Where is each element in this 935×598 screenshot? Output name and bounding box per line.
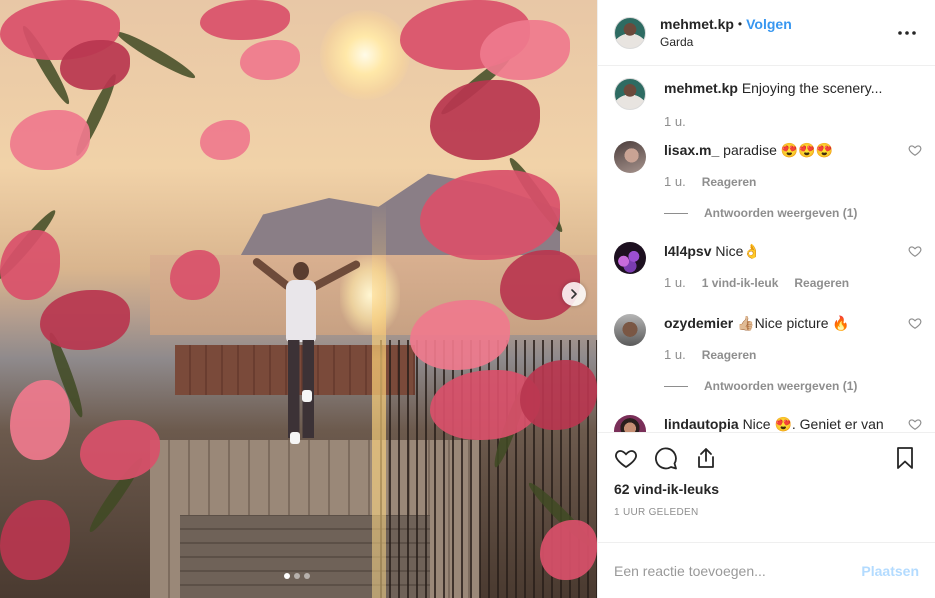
more-options-icon[interactable] — [895, 21, 919, 45]
like-comment-icon[interactable] — [908, 244, 922, 258]
comment-username[interactable]: lisax.m_ — [664, 142, 719, 158]
caption-text: Enjoying the scenery... — [741, 80, 883, 96]
like-comment-icon[interactable] — [908, 316, 922, 330]
comment-item: lindautopia Nice 😍. Geniet er van liever… — [614, 415, 922, 432]
header-text: mehmet.kp • Volgen Garda — [660, 16, 895, 49]
carousel-dot — [294, 573, 300, 579]
post-sidebar: mehmet.kp • Volgen Garda mehmet.kp Enjoy… — [597, 0, 935, 598]
post-comment-button[interactable]: Plaatsen — [861, 563, 919, 579]
avatar[interactable] — [614, 16, 646, 49]
carousel-dot-active — [284, 573, 290, 579]
replies-divider — [664, 212, 688, 214]
avatar[interactable] — [614, 242, 646, 274]
comment-time[interactable]: 1 u. — [664, 346, 686, 364]
post-timestamp[interactable]: 1 UUR GELEDEN — [614, 507, 919, 518]
add-comment-bar: Plaatsen — [598, 542, 935, 598]
action-icons — [614, 443, 919, 473]
author-username[interactable]: mehmet.kp — [660, 16, 734, 32]
separator-dot: • — [737, 17, 743, 31]
comment-likes-count[interactable]: 1 vind-ik-leuk — [702, 274, 779, 292]
reply-button[interactable]: Reageren — [702, 346, 757, 364]
avatar[interactable] — [614, 78, 646, 110]
avatar[interactable] — [614, 141, 646, 173]
comment-input[interactable] — [614, 562, 862, 579]
comment-username[interactable]: ozydemier — [664, 315, 733, 331]
view-replies-button[interactable]: Antwoorden weergeven (1) — [664, 204, 919, 222]
post-dialog: mehmet.kp • Volgen Garda mehmet.kp Enjoy… — [0, 0, 935, 598]
view-replies-button[interactable]: Antwoorden weergeven (1) — [664, 377, 919, 395]
caption-username[interactable]: mehmet.kp — [664, 80, 738, 96]
comment-time[interactable]: 1 u. — [664, 173, 686, 191]
bookmark-icon — [897, 447, 913, 469]
comment-time[interactable]: 1 u. — [664, 274, 686, 292]
comment-item: ozydemier 👍🏼Nice picture 🔥 1 u. Reageren… — [614, 314, 922, 395]
replies-divider — [664, 385, 688, 387]
carousel-dot — [304, 573, 310, 579]
comment-text: paradise 😍😍😍 — [723, 142, 834, 158]
post-actions: 62 vind-ik-leuks 1 UUR GELEDEN — [598, 432, 935, 542]
share-icon — [698, 448, 714, 468]
reply-button[interactable]: Reageren — [702, 173, 757, 191]
save-button[interactable] — [893, 445, 919, 471]
share-button[interactable] — [694, 445, 720, 471]
comment-item: l4l4psv Nice👌 1 u. 1 vind-ik-leuk Reager… — [614, 242, 922, 292]
like-comment-icon[interactable] — [908, 143, 922, 157]
avatar[interactable] — [614, 314, 646, 346]
location-link[interactable]: Garda — [660, 35, 895, 49]
chevron-right-icon — [571, 289, 577, 299]
heart-icon — [615, 450, 637, 469]
post-photo[interactable] — [0, 0, 597, 598]
like-comment-icon[interactable] — [908, 417, 922, 431]
like-button[interactable] — [614, 445, 640, 471]
comment-username[interactable]: l4l4psv — [664, 243, 711, 259]
carousel-indicator — [284, 573, 310, 579]
post-header: mehmet.kp • Volgen Garda — [598, 0, 935, 66]
view-replies-label: Antwoorden weergeven (1) — [704, 379, 858, 393]
reply-button[interactable]: Reageren — [794, 274, 849, 292]
comment-item: lisax.m_ paradise 😍😍😍 1 u. Reageren Antw… — [614, 141, 922, 222]
comment-username[interactable]: lindautopia — [664, 416, 739, 432]
caption-time[interactable]: 1 u. — [664, 113, 686, 131]
likes-count[interactable]: 62 vind-ik-leuks — [614, 481, 919, 497]
comment-text: 👍🏼Nice picture 🔥 — [737, 315, 850, 331]
caption: mehmet.kp Enjoying the scenery... 1 u. — [614, 78, 919, 131]
oleander-flowers — [0, 0, 597, 598]
avatar[interactable] — [614, 415, 646, 432]
view-replies-label: Antwoorden weergeven (1) — [704, 206, 858, 220]
follow-button[interactable]: Volgen — [746, 16, 792, 32]
next-image-button[interactable] — [562, 282, 586, 306]
comment-button[interactable] — [654, 445, 680, 471]
comments-list[interactable]: mehmet.kp Enjoying the scenery... 1 u. l… — [598, 66, 935, 432]
comment-bubble-icon — [655, 447, 677, 470]
comment-text: Nice👌 — [715, 243, 761, 259]
